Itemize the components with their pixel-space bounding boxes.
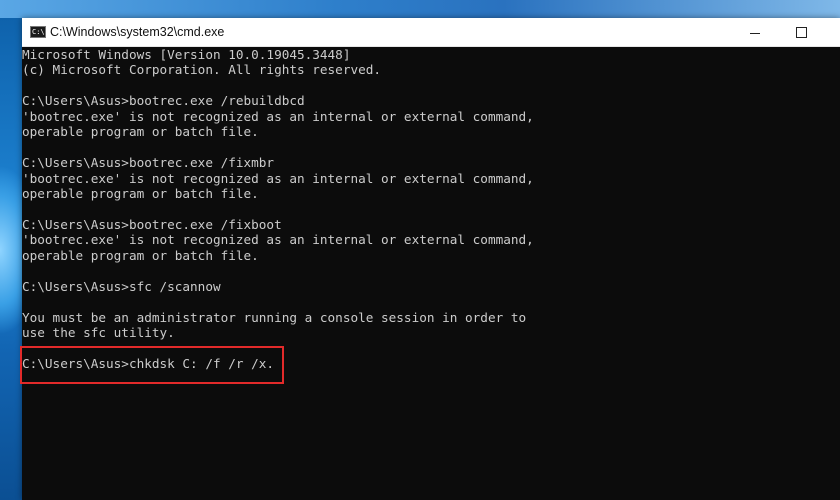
console-line: 'bootrec.exe' is not recognized as an in…	[22, 232, 534, 248]
console-line: Microsoft Windows [Version 10.0.19045.34…	[22, 47, 351, 62]
maximize-button[interactable]	[778, 18, 824, 46]
console-line: C:\Users\Asus>bootrec.exe /fixboot	[22, 216, 282, 232]
maximize-icon	[795, 26, 807, 38]
console-line: C:\Users\Asus>bootrec.exe /fixmbr	[22, 155, 275, 171]
console-line: 'bootrec.exe' is not recognized as an in…	[22, 170, 534, 186]
console-line: operable program or batch file.	[22, 186, 259, 202]
console-line: (c) Microsoft Corporation. All rights re…	[22, 62, 382, 78]
window-title: C:\Windows\system32\cmd.exe	[50, 25, 225, 39]
console-line: 'bootrec.exe' is not recognized as an in…	[22, 108, 534, 124]
close-button[interactable]	[824, 18, 840, 46]
desktop-top-strip	[0, 0, 840, 18]
minimize-icon	[750, 32, 760, 34]
command-highlight-box	[20, 346, 284, 384]
console-line: C:\Users\Asus>sfc /scannow	[22, 278, 221, 294]
cmd-icon-glyph: C:\	[32, 28, 45, 36]
console-line: operable program or batch file.	[22, 124, 259, 140]
console-line: C:\Users\Asus>bootrec.exe /rebuildbcd	[22, 93, 305, 109]
title-bar[interactable]: C:\ C:\Windows\system32\cmd.exe	[22, 18, 840, 47]
console-line: use the sfc utility.	[22, 325, 175, 341]
console-line: operable program or batch file.	[22, 247, 259, 263]
cmd-window[interactable]: C:\ C:\Windows\system32\cmd.exe Microsof…	[22, 18, 840, 500]
cmd-icon[interactable]: C:\	[30, 26, 46, 38]
minimize-button[interactable]	[732, 18, 778, 46]
console-line: You must be an administrator running a c…	[22, 309, 527, 325]
console-output[interactable]: Microsoft Windows [Version 10.0.19045.34…	[22, 47, 840, 500]
